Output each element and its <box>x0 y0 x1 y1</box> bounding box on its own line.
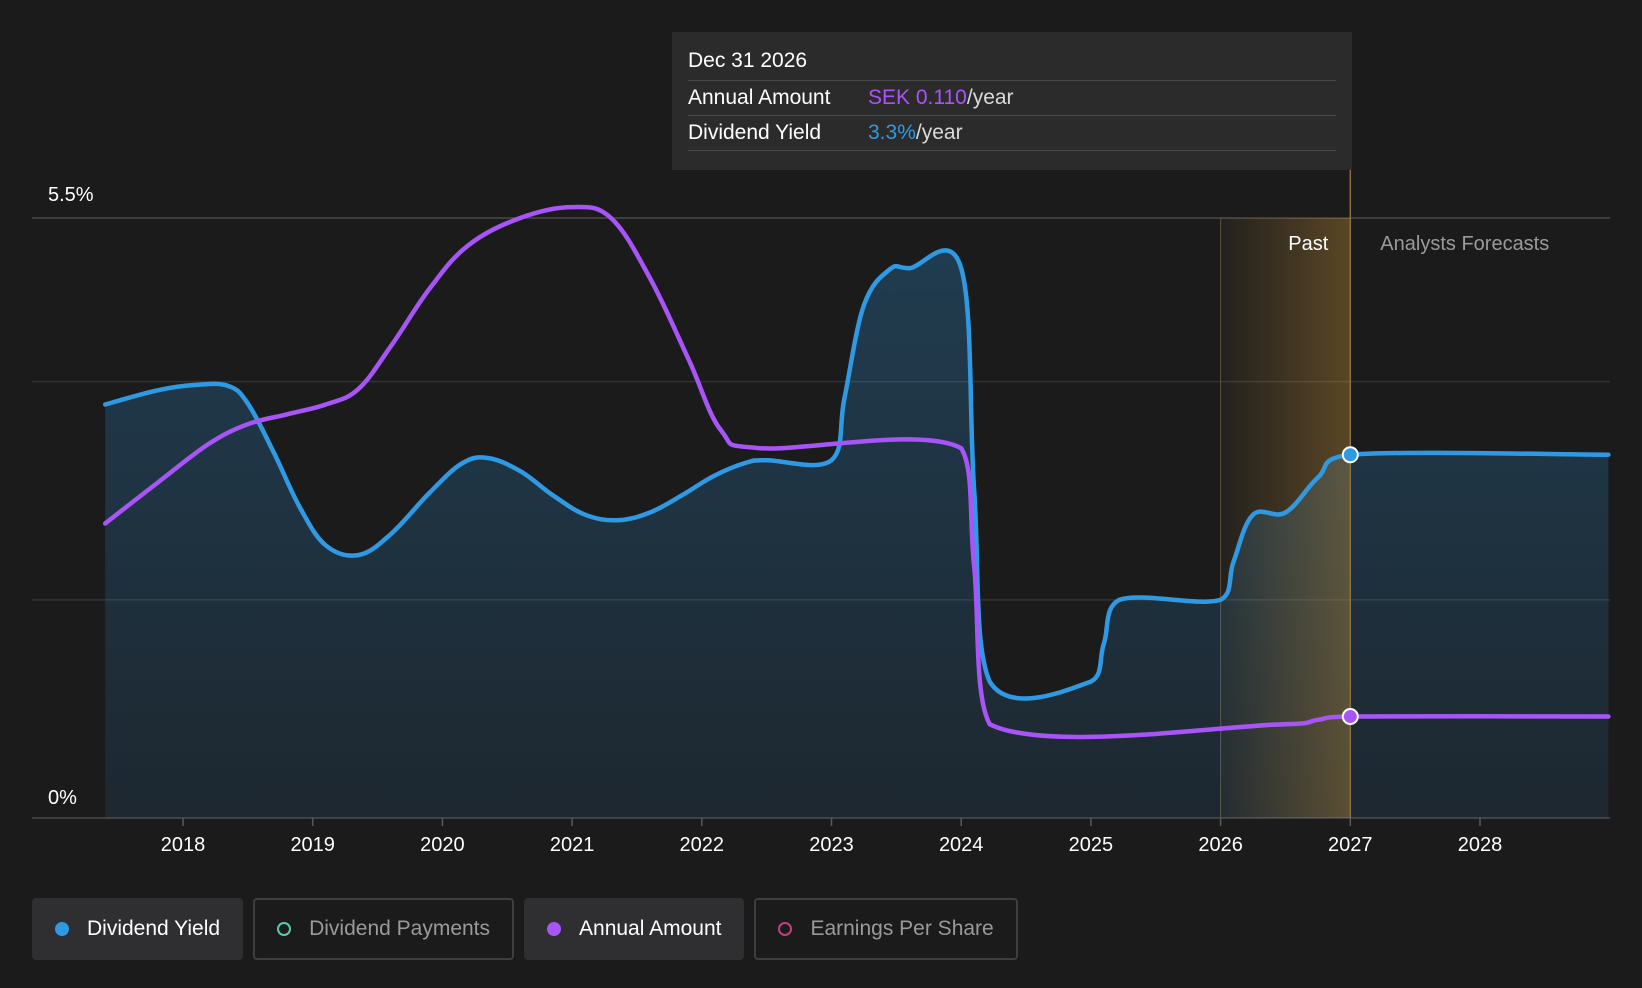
tooltip-annual-amount-label: Annual Amount <box>688 86 831 109</box>
x-axis: 2018 2019 2020 2021 2022 2023 2024 2025 2026 2027… <box>161 818 1503 856</box>
legend-earnings-per-share-label: Earnings Per Share <box>810 917 994 940</box>
chart-tooltip: Dec 31 2026 Annual Amount SEK 0.110/year… <box>672 32 1352 170</box>
x-tick-label-2024: 2024 <box>939 834 984 856</box>
x-tick-label-2026: 2026 <box>1198 834 1243 856</box>
past-section-label: Past <box>1288 233 1328 255</box>
annual-amount-dot-icon <box>547 922 562 936</box>
legend-earnings-per-share[interactable]: Earnings Per Share <box>754 898 1018 960</box>
x-tick-label-2019: 2019 <box>290 834 335 856</box>
dividend-yield-dot-icon <box>55 922 69 936</box>
y-tick-label-top: 5.5% <box>48 184 94 206</box>
x-tick-label-2020: 2020 <box>420 834 465 856</box>
tooltip-date: Dec 31 2026 <box>688 46 1336 81</box>
x-tick-label-2023: 2023 <box>809 834 854 856</box>
annual-amount-marker <box>1341 708 1359 726</box>
x-tick-label-2018: 2018 <box>161 834 206 856</box>
forecast-section-label: Analysts Forecasts <box>1380 233 1549 255</box>
tooltip-annual-amount-row: Annual Amount SEK 0.110/year <box>688 81 1336 116</box>
tooltip-annual-amount-unit: /year <box>966 86 1014 109</box>
dividend-payments-ring-icon <box>277 922 292 936</box>
y-tick-label-bottom: 0% <box>48 787 77 809</box>
chart-legend: Dividend Yield Dividend Payments Annual … <box>32 898 1018 960</box>
earnings-per-share-ring-icon <box>778 922 793 936</box>
x-tick-label-2022: 2022 <box>680 834 725 856</box>
legend-dividend-yield-label: Dividend Yield <box>87 917 221 940</box>
x-tick-label-2021: 2021 <box>550 834 595 856</box>
dividend-yield-marker <box>1341 446 1359 464</box>
x-tick-label-2028: 2028 <box>1458 834 1503 856</box>
x-tick-label-2025: 2025 <box>1069 834 1114 856</box>
legend-dividend-yield[interactable]: Dividend Yield <box>32 898 244 960</box>
legend-annual-amount[interactable]: Annual Amount <box>524 898 745 960</box>
legend-dividend-payments-label: Dividend Payments <box>309 917 491 940</box>
tooltip-dividend-yield-value: 3.3% <box>868 121 916 144</box>
tooltip-dividend-yield-label: Dividend Yield <box>688 121 822 144</box>
legend-dividend-payments[interactable]: Dividend Payments <box>253 898 515 960</box>
legend-annual-amount-label: Annual Amount <box>579 917 722 940</box>
tooltip-dividend-yield-unit: /year <box>915 121 963 144</box>
x-tick-label-2027: 2027 <box>1328 834 1373 856</box>
tooltip-dividend-yield-row: Dividend Yield 3.3%/year <box>688 116 1336 151</box>
tooltip-annual-amount-value: SEK 0.110 <box>868 86 967 109</box>
